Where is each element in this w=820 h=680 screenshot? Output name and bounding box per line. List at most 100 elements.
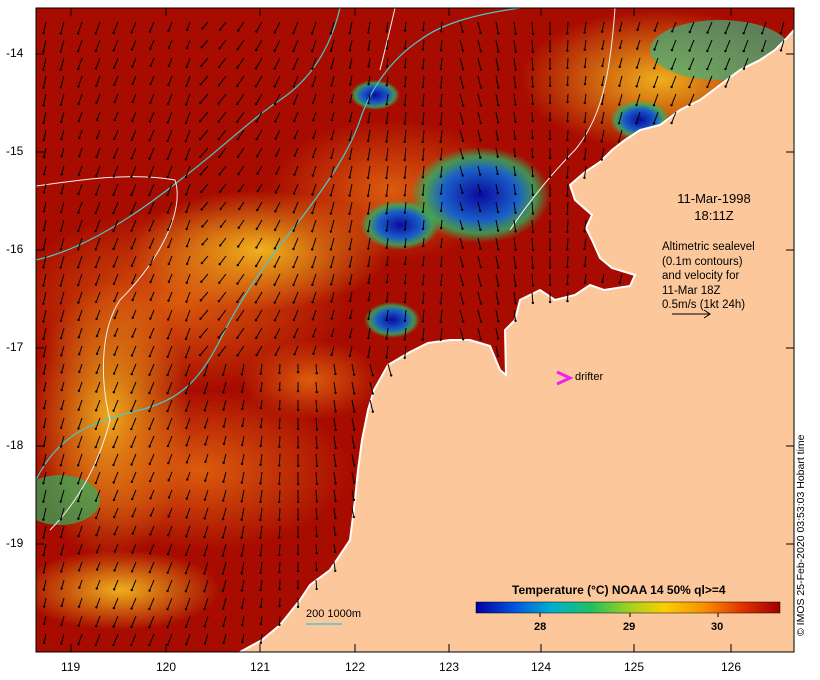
velocity-arrow-head: [94, 67, 98, 70]
velocity-arrow-head: [112, 625, 115, 628]
velocity-arrow-head: [149, 497, 152, 500]
velocity-arrow-head: [112, 211, 115, 215]
velocity-arrow-head: [221, 373, 225, 377]
velocity-arrow-head: [42, 191, 46, 194]
velocity-arrow-head: [367, 83, 370, 86]
velocity-arrow-head: [76, 482, 80, 485]
velocity-arrow: [566, 291, 569, 302]
velocity-arrow-head: [385, 212, 388, 215]
velocity-arrow-head: [130, 409, 133, 413]
velocity-arrow-head: [149, 82, 152, 86]
velocity-arrow-head: [42, 641, 46, 645]
velocity-arrow-head: [421, 122, 425, 126]
velocity-arrow-head: [600, 140, 603, 143]
velocity-arrow-head: [461, 49, 465, 52]
velocity-arrow-head: [42, 210, 46, 213]
velocity-arrow-head: [278, 570, 281, 574]
velocity-arrow-head: [184, 625, 188, 628]
velocity-arrow-head: [199, 101, 202, 105]
velocity-arrow: [315, 363, 318, 374]
velocity-arrow-head: [652, 85, 656, 88]
velocity-arrow-head: [329, 248, 333, 251]
velocity-arrow-head: [315, 390, 318, 394]
velocity-arrow-head: [59, 319, 63, 322]
velocity-arrow-head: [203, 607, 206, 611]
velocity-arrow-head: [77, 643, 80, 646]
altimetry-line: 0.5m/s (1kt 24h): [662, 299, 746, 311]
velocity-arrow-head: [334, 372, 337, 376]
velocity-arrow-head: [59, 85, 63, 89]
velocity-arrow-head: [479, 86, 483, 89]
velocity-arrow-head: [296, 518, 300, 521]
velocity-arrow-head: [531, 50, 535, 53]
velocity-arrow-head: [531, 284, 535, 287]
velocity-arrow: [278, 615, 281, 625]
velocity-arrow-head: [77, 211, 80, 214]
velocity-arrow-head: [240, 518, 243, 521]
velocity-arrow-head: [548, 84, 552, 88]
velocity-arrow-head: [349, 83, 352, 86]
velocity-arrow-head: [583, 158, 586, 161]
velocity-arrow-head: [166, 444, 170, 448]
velocity-arrow-head: [60, 570, 63, 573]
velocity-arrow-head: [203, 554, 206, 557]
velocity-arrow-head: [330, 353, 333, 357]
velocity-arrow-head: [131, 281, 134, 285]
velocity-arrow-head: [548, 266, 552, 269]
velocity-arrow-head: [514, 137, 517, 141]
velocity-arrow-head: [617, 140, 621, 143]
velocity-arrow-head: [130, 463, 133, 466]
velocity-arrow-head: [566, 230, 569, 234]
velocity-arrow-head: [353, 464, 356, 467]
velocity-arrow: [566, 183, 569, 196]
velocity-arrow-head: [439, 302, 442, 305]
velocity-arrow-head: [315, 482, 319, 486]
velocity-arrow-head: [166, 552, 170, 556]
velocity-arrow-head: [601, 83, 604, 87]
velocity-arrow-head: [130, 588, 133, 592]
velocity-arrow-head: [366, 194, 370, 198]
velocity-arrow-head: [94, 193, 98, 196]
velocity-arrow-head: [421, 85, 425, 89]
velocity-arrow-head: [184, 103, 188, 106]
velocity-arrow-head: [185, 426, 188, 430]
velocity-arrow-head: [439, 320, 442, 324]
velocity-arrow-head: [497, 266, 500, 269]
velocity-arrow-head: [94, 247, 97, 251]
velocity-arrow-head: [315, 464, 319, 468]
velocity-arrow-head: [148, 229, 151, 232]
velocity-arrow-head: [329, 212, 333, 215]
velocity-arrow-head: [278, 445, 281, 449]
velocity-arrow-head: [77, 552, 81, 555]
velocity-arrow-head: [385, 102, 388, 106]
velocity-arrow-head: [462, 86, 465, 89]
velocity-arrow-head: [273, 31, 277, 34]
velocity-arrow-head: [421, 227, 425, 231]
velocity-arrow-head: [514, 86, 517, 89]
velocity-arrow-head: [199, 335, 202, 339]
velocity-arrow-head: [548, 212, 552, 216]
velocity-arrow-head: [333, 550, 337, 554]
velocity-arrow-head: [724, 31, 727, 35]
velocity-arrow-head: [371, 410, 375, 413]
velocity-arrow-head: [618, 29, 621, 32]
velocity-arrow-head: [240, 500, 243, 503]
velocity-arrow-head: [403, 281, 407, 285]
velocity-arrow-head: [42, 104, 45, 107]
velocity-arrow-head: [255, 155, 259, 158]
velocity-arrow-head: [385, 30, 388, 33]
velocity-arrow-head: [478, 173, 482, 176]
velocity-arrow-head: [259, 588, 262, 592]
velocity-arrow-head: [330, 300, 333, 303]
velocity-arrow-head: [184, 607, 188, 611]
velocity-arrow-head: [496, 337, 500, 340]
velocity-arrow-head: [334, 516, 337, 520]
velocity-arrow-head: [203, 498, 207, 501]
velocity-arrow-head: [236, 120, 239, 123]
velocity-arrow-head: [259, 372, 262, 375]
velocity-arrow-head: [583, 120, 586, 124]
velocity-arrow-head: [94, 229, 97, 233]
velocity-arrow-head: [531, 85, 535, 88]
velocity-arrow-head: [531, 68, 535, 71]
velocity-arrow-head: [385, 280, 389, 284]
